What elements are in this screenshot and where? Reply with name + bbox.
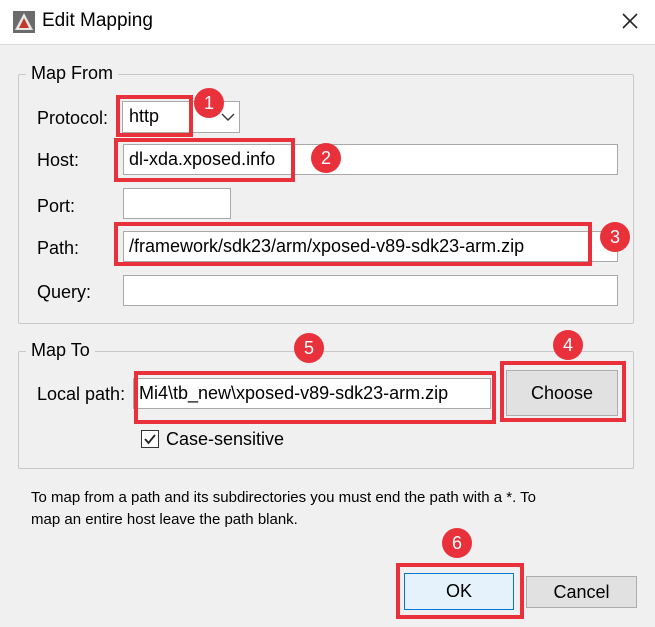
callout-number-3: 3 — [600, 222, 630, 252]
ok-button[interactable]: OK — [404, 573, 514, 610]
host-label: Host: — [37, 150, 80, 170]
case-sensitive-label[interactable]: Case-sensitive — [166, 429, 284, 450]
cancel-button[interactable]: Cancel — [526, 576, 637, 608]
local-path-label: Local path: — [37, 384, 126, 404]
chevron-down-icon[interactable] — [221, 112, 235, 122]
close-icon[interactable] — [617, 8, 643, 34]
case-sensitive-checkbox[interactable] — [141, 430, 159, 448]
window-title: Edit Mapping — [42, 10, 153, 31]
hint-line-1: To map from a path and its subdirectorie… — [31, 489, 536, 506]
path-field[interactable]: /framework/sdk23/arm/xposed-v89-sdk23-ar… — [123, 231, 618, 262]
port-label: Port: — [37, 196, 76, 216]
map-from-title: Map From — [26, 63, 119, 84]
callout-number-6: 6 — [442, 528, 472, 558]
callout-number-1: 1 — [194, 88, 224, 118]
local-path-field[interactable]: Mi4\tb_new\xposed-v89-sdk23-arm.zip — [133, 378, 491, 409]
query-label: Query: — [37, 282, 92, 302]
choose-button[interactable]: Choose — [506, 370, 618, 416]
query-field[interactable] — [123, 275, 618, 306]
local-path-value: Mi4\tb_new\xposed-v89-sdk23-arm.zip — [139, 383, 449, 403]
hint-line-2: map an entire host leave the path blank. — [31, 511, 298, 528]
callout-number-4: 4 — [553, 330, 583, 360]
port-field[interactable] — [123, 188, 231, 219]
host-field[interactable]: dl-xda.xposed.info — [123, 144, 618, 175]
callout-number-2: 2 — [311, 143, 341, 173]
map-to-title: Map To — [26, 340, 95, 361]
app-icon — [13, 11, 35, 33]
checkmark-icon — [144, 434, 156, 445]
title-divider — [0, 44, 655, 45]
protocol-value: http — [129, 106, 160, 126]
path-label: Path: — [37, 238, 80, 258]
callout-number-5: 5 — [294, 333, 324, 363]
title-bar: Edit Mapping — [0, 0, 655, 44]
protocol-label: Protocol: — [37, 108, 109, 128]
